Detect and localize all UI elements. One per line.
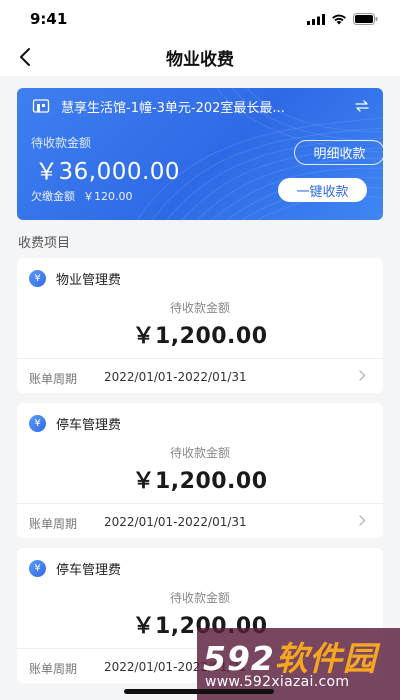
switch-house-icon[interactable] (353, 98, 371, 114)
owed-amount-value: ￥120.00 (83, 190, 133, 203)
address-text: 慧享生活馆-1幢-3单元-202室最长最... (61, 100, 285, 116)
fee-item-card[interactable]: ¥ 停车管理费 待收款金额 ￥1,200.00 账单周期 2022/01/01-… (17, 403, 383, 538)
pending-amount-value: ￥36,000.00 (35, 159, 181, 185)
yen-icon: ¥ (29, 560, 46, 577)
watermark-logo-number: 592 (203, 639, 275, 678)
fee-item-header: ¥ 停车管理费 (29, 414, 121, 433)
chevron-right-icon[interactable] (357, 368, 367, 382)
fee-pending-label: 待收款金额 (169, 591, 230, 605)
fee-item-header: ¥ 物业管理费 (29, 269, 121, 288)
back-arrow-icon (20, 48, 30, 66)
watermark-logo: 592软件园 (203, 632, 377, 680)
pending-amount-label: 待收款金额 (31, 136, 92, 150)
billing-period-label: 账单周期 (29, 517, 78, 531)
yen-icon: ¥ (29, 270, 46, 287)
address-row[interactable]: 慧享生活馆-1幢-3单元-202室最长最... (31, 96, 371, 116)
owed-amount-label: 欠缴金额 (31, 190, 75, 203)
status-time: 9:41 (30, 10, 68, 28)
home-indicator[interactable] (124, 689, 274, 694)
fee-item-name: 物业管理费 (56, 273, 122, 288)
property-summary-card: 慧享生活馆-1幢-3单元-202室最长最... 待收款金额 ￥36,000.00… (17, 88, 383, 220)
fee-item-header: ¥ 停车管理费 (29, 559, 121, 578)
fee-amount: ￥1,200.00 (132, 469, 268, 494)
page-title: 物业收费 (166, 49, 234, 70)
fee-item-card[interactable]: ¥ 物业管理费 待收款金额 ￥1,200.00 账单周期 2022/01/01-… (17, 258, 383, 393)
chevron-right-icon[interactable] (357, 513, 367, 527)
back-button[interactable] (12, 44, 38, 70)
signal-icon (307, 13, 325, 25)
wifi-icon (332, 14, 346, 24)
fee-pending-label: 待收款金额 (169, 446, 230, 460)
owed-amount-row: 欠缴金额 ￥120.00 (31, 188, 141, 204)
detail-collect-button[interactable]: 明细收款 (294, 140, 383, 165)
fee-item-name: 停车管理费 (56, 418, 122, 433)
fee-amount: ￥1,200.00 (132, 324, 268, 349)
divider (17, 358, 383, 359)
divider (17, 503, 383, 504)
nav-bar: 物业收费 (0, 38, 400, 76)
house-icon (31, 97, 51, 115)
status-icons (307, 13, 378, 25)
fee-item-name: 停车管理费 (56, 563, 122, 578)
billing-period-value: 2022/01/01-2022/01/31 (104, 370, 247, 384)
watermark-logo-text: 软件园 (274, 639, 377, 678)
yen-icon: ¥ (29, 415, 46, 432)
watermark-url: www.592xiazai.com (205, 674, 350, 690)
billing-period-value: 2022/01/01-2022/01/31 (104, 515, 247, 529)
one-click-collect-button[interactable]: 一键收款 (278, 178, 367, 202)
billing-period-label: 账单周期 (29, 662, 78, 676)
section-title: 收费项目 (18, 236, 71, 251)
battery-icon (353, 13, 378, 25)
fee-pending-label: 待收款金额 (169, 301, 230, 315)
status-bar: 9:41 (0, 0, 400, 38)
billing-period-label: 账单周期 (29, 372, 78, 386)
